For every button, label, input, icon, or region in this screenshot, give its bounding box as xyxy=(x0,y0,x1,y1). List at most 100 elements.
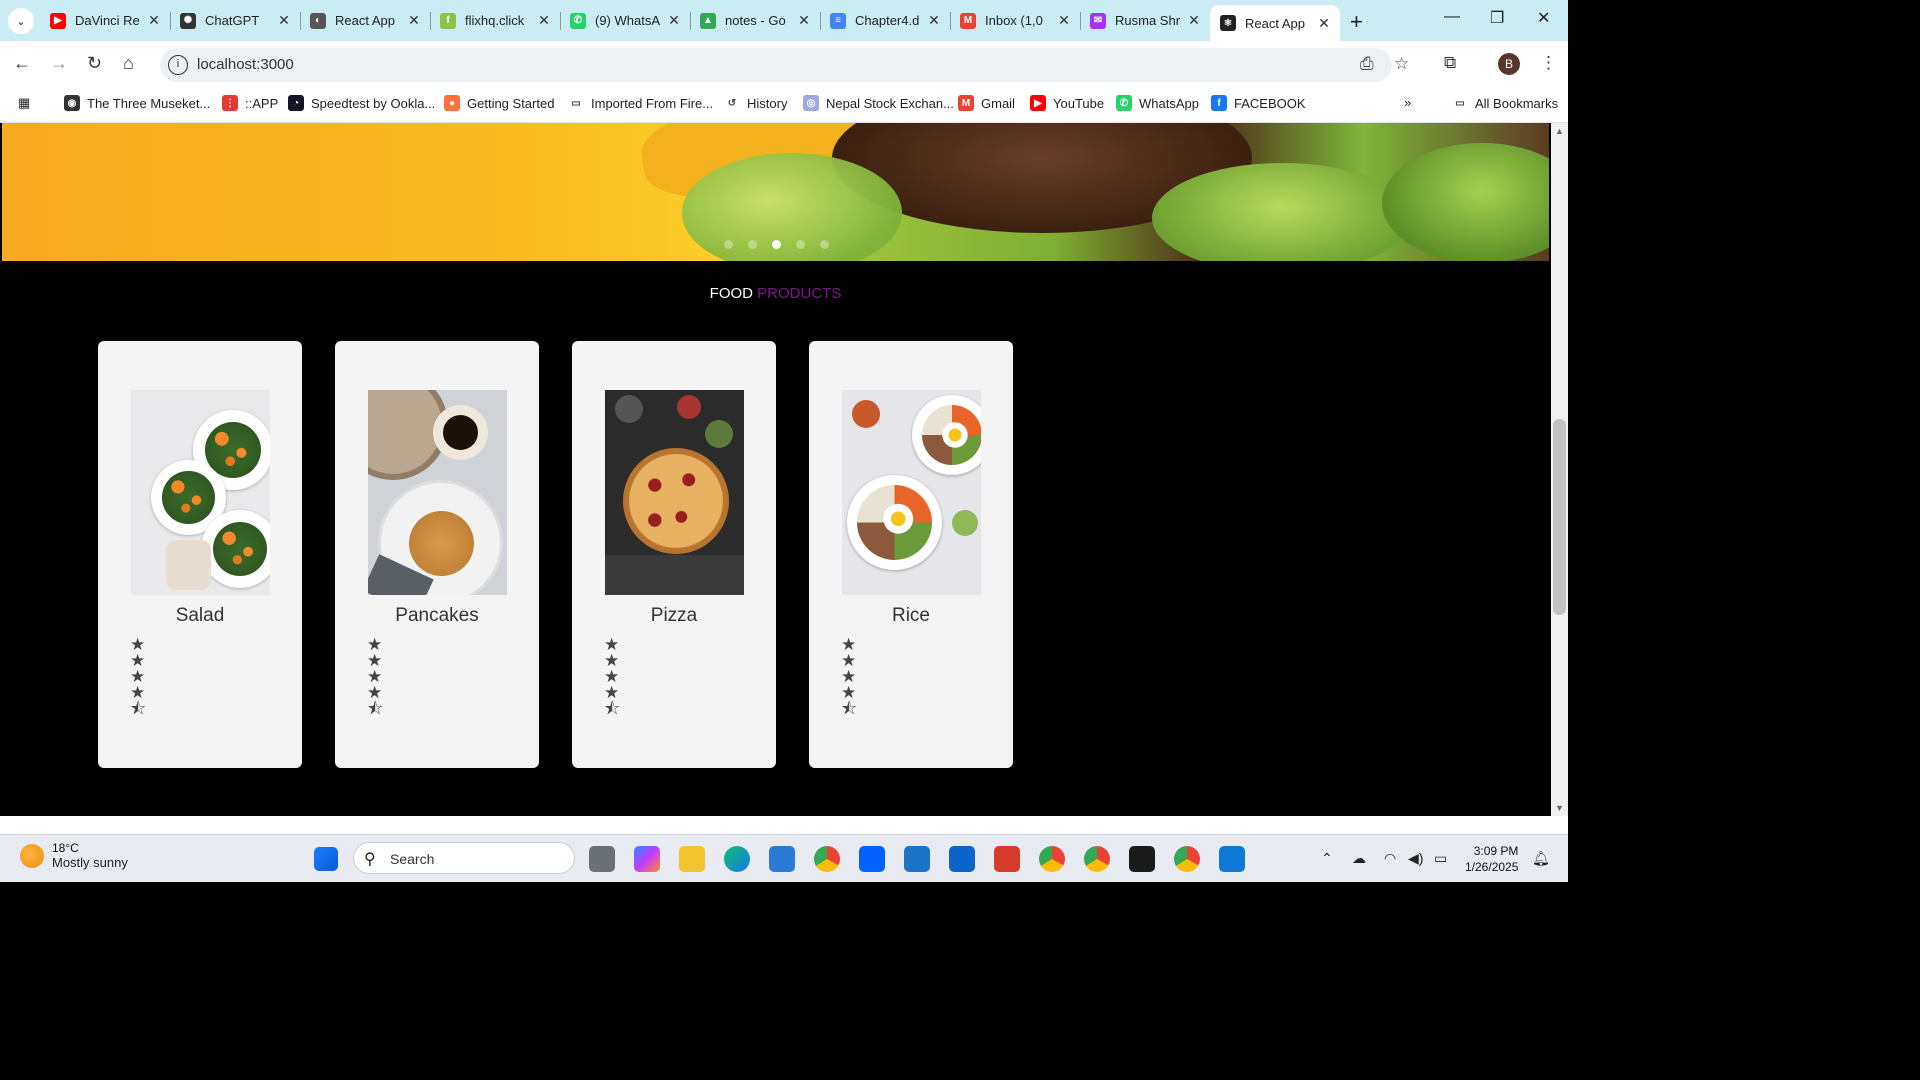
bookmark-star-icon[interactable]: ☆ xyxy=(1394,54,1409,74)
onedrive-icon[interactable]: ☁ xyxy=(1352,850,1366,867)
bookmark-item[interactable]: ▭ Imported From Fire... xyxy=(568,95,713,111)
chrome-profile-icon[interactable] xyxy=(1039,846,1065,872)
browser-tab[interactable]: ≡ Chapter4.d ✕ xyxy=(820,0,950,41)
carousel-dot[interactable] xyxy=(748,240,757,249)
page-scrollbar[interactable]: ▲ ▼ xyxy=(1551,123,1568,816)
bookmark-label: Getting Started xyxy=(467,95,555,111)
product-card-salad[interactable]: Salad ★ ★ ★ ★ ⯪ xyxy=(98,341,302,768)
taskbar-search[interactable]: ⚲ Search xyxy=(353,842,575,874)
install-app-icon[interactable]: ⎙ xyxy=(1360,54,1374,74)
scrollbar-thumb[interactable] xyxy=(1553,419,1566,615)
more-bookmarks-icon[interactable]: » xyxy=(1404,95,1411,110)
new-tab-button[interactable]: + xyxy=(1350,9,1363,35)
back-button[interactable]: ← xyxy=(13,53,31,74)
browser-tab[interactable]: f flixhq.click ✕ xyxy=(430,0,560,41)
file-explorer-icon[interactable] xyxy=(679,846,705,872)
scroll-up-arrow[interactable]: ▲ xyxy=(1555,126,1564,136)
bookmark-item[interactable]: ↺ History xyxy=(724,95,788,111)
hero-carousel[interactable] xyxy=(2,123,1549,261)
edge-icon[interactable] xyxy=(724,846,750,872)
chevron-up-icon[interactable]: ⌃ xyxy=(1321,850,1333,867)
browser-tab[interactable]: M Inbox (1,0 ✕ xyxy=(950,0,1080,41)
bookmark-label: Nepal Stock Exchan... xyxy=(826,95,954,111)
bookmark-item[interactable]: ● Getting Started xyxy=(444,95,554,111)
chrome-profile-icon[interactable] xyxy=(1174,846,1200,872)
tab-close-icon[interactable]: ✕ xyxy=(1056,12,1072,29)
store-icon[interactable] xyxy=(769,846,795,872)
tab-close-icon[interactable]: ✕ xyxy=(1186,12,1202,29)
tab-close-icon[interactable]: ✕ xyxy=(536,12,552,29)
terminal-icon[interactable] xyxy=(1129,846,1155,872)
carousel-dot[interactable] xyxy=(820,240,829,249)
bookmark-item[interactable]: ◎ Nepal Stock Exchan... xyxy=(803,95,954,111)
tab-favicon-icon: ▶ xyxy=(50,12,66,29)
tab-close-icon[interactable]: ✕ xyxy=(926,12,942,29)
extensions-icon[interactable]: ⧉ xyxy=(1444,53,1456,73)
restore-button[interactable]: ❐ xyxy=(1490,8,1504,28)
system-clock[interactable]: 3:09 PM 1/26/2025 xyxy=(1465,843,1518,875)
bookmark-item[interactable]: ▶ YouTube xyxy=(1030,95,1104,111)
home-button[interactable]: ⌂ xyxy=(123,53,134,74)
apps-grid-icon[interactable]: ▦ xyxy=(18,95,30,111)
bookmark-item[interactable]: ⋮::APP xyxy=(222,95,278,111)
star-half-icon: ⯪ xyxy=(367,699,384,718)
wps-office-icon[interactable] xyxy=(994,846,1020,872)
scroll-down-arrow[interactable]: ▼ xyxy=(1555,803,1564,813)
dropbox-icon[interactable] xyxy=(859,846,885,872)
myhp-icon[interactable] xyxy=(904,846,930,872)
product-card-rice[interactable]: Rice ★ ★ ★ ★ ⯪ xyxy=(809,341,1013,768)
chrome-icon[interactable] xyxy=(814,846,840,872)
forward-button[interactable]: → xyxy=(50,53,68,74)
volume-icon[interactable]: ◀) xyxy=(1408,850,1423,867)
bookmark-item[interactable]: ◉ The Three Museket... xyxy=(64,95,210,111)
site-info-icon[interactable]: i xyxy=(168,55,188,75)
battery-icon[interactable]: ▭ xyxy=(1434,850,1447,867)
address-bar[interactable]: i localhost:3000 ⎙ ☆ xyxy=(160,48,1409,82)
url-text[interactable]: localhost:3000 xyxy=(197,56,294,73)
copilot-icon[interactable] xyxy=(634,846,660,872)
rating-stars: ★ ★ ★ ★ ⯪ xyxy=(367,636,384,718)
close-window-button[interactable]: ✕ xyxy=(1537,8,1550,28)
reload-button[interactable]: ↻ xyxy=(87,53,102,74)
notification-bell-icon[interactable]: 🔔︎ xyxy=(1532,850,1550,867)
bookmark-item[interactable]: M Gmail xyxy=(958,95,1015,111)
browser-tab[interactable]: ▶ DaVinci Re ✕ xyxy=(40,0,170,41)
browser-tab[interactable]: ✺ ChatGPT ✕ xyxy=(170,0,300,41)
carousel-dot[interactable] xyxy=(772,240,781,249)
chrome-profile-icon[interactable] xyxy=(1084,846,1110,872)
tab-close-icon[interactable]: ✕ xyxy=(406,12,422,29)
tab-close-icon[interactable]: ✕ xyxy=(796,12,812,29)
start-button[interactable] xyxy=(314,847,338,871)
bookmark-label: History xyxy=(747,95,788,111)
salad-image xyxy=(131,390,270,595)
browser-tab[interactable]: ▲ notes - Go ✕ xyxy=(690,0,820,41)
tab-close-icon[interactable]: ✕ xyxy=(276,12,292,29)
product-card-pizza[interactable]: Pizza ★ ★ ★ ★ ⯪ xyxy=(572,341,776,768)
browser-tab[interactable]: ◐ React App ✕ xyxy=(300,0,430,41)
carousel-dot[interactable] xyxy=(796,240,805,249)
tab-search-button[interactable]: ⌄ xyxy=(8,8,34,34)
tab-title: (9) WhatsA xyxy=(595,13,661,28)
menu-icon[interactable]: ⋮ xyxy=(1540,53,1557,73)
browser-tab[interactable]: ✉ Rusma Shr ✕ xyxy=(1080,0,1210,41)
minimize-button[interactable]: — xyxy=(1444,8,1460,26)
browser-tab[interactable]: ⚛ React App ✕ xyxy=(1210,5,1340,41)
bookmark-item[interactable]: ◔ Speedtest by Ookla... xyxy=(288,95,435,111)
tab-close-icon[interactable]: ✕ xyxy=(146,12,162,29)
bookmark-item[interactable]: ✆ WhatsApp xyxy=(1116,95,1199,111)
outlook-icon[interactable] xyxy=(949,846,975,872)
task-view-icon[interactable] xyxy=(589,846,615,872)
carousel-dot[interactable] xyxy=(724,240,733,249)
weather-widget[interactable]: 18°C Mostly sunny xyxy=(20,841,128,870)
browser-tab[interactable]: ✆ (9) WhatsA ✕ xyxy=(560,0,690,41)
wifi-icon[interactable]: ◠ xyxy=(1384,850,1396,867)
product-name: Salad xyxy=(175,605,225,626)
profile-avatar[interactable]: B xyxy=(1498,53,1520,75)
all-bookmarks-button[interactable]: ▭ All Bookmarks xyxy=(1452,95,1558,111)
carousel-indicators xyxy=(724,240,829,249)
tab-close-icon[interactable]: ✕ xyxy=(666,12,682,29)
bookmark-item[interactable]: f FACEBOOK xyxy=(1211,95,1306,111)
product-card-pancakes[interactable]: Pancakes ★ ★ ★ ★ ⯪ xyxy=(335,341,539,768)
vscode-icon[interactable] xyxy=(1219,846,1245,872)
tab-close-icon[interactable]: ✕ xyxy=(1316,15,1332,32)
